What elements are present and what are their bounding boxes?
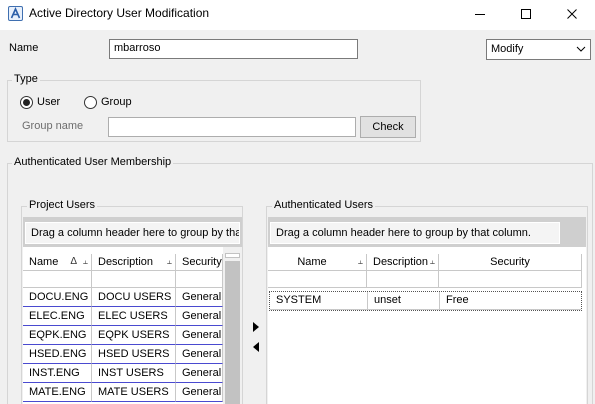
authenticated-users-col-description[interactable]: Description ⫠ xyxy=(367,254,439,271)
project-users-col-name[interactable]: Name Δ ⫠ xyxy=(23,254,92,271)
pin-icon: ⫠ xyxy=(82,256,88,266)
check-button-label: Check xyxy=(372,121,404,133)
project-users-cell-description: HSED USERS xyxy=(92,345,176,364)
authenticated-users-cell-security: Free xyxy=(440,292,581,310)
pin-icon: ⫠ xyxy=(166,256,172,266)
add-to-authenticated-button[interactable] xyxy=(250,320,262,334)
project-users-cell-security: General xyxy=(176,364,223,383)
maximize-icon xyxy=(521,9,531,19)
project-users-filter-name[interactable] xyxy=(23,271,92,288)
group-radio-label: Group xyxy=(101,96,132,108)
project-users-cell-security: General xyxy=(176,345,223,364)
project-users-cell-description: EQPK USERS xyxy=(92,326,176,345)
a-letter-icon xyxy=(8,6,23,21)
user-radio[interactable] xyxy=(20,96,33,109)
project-users-grid: Drag a column header here to group by th… xyxy=(23,217,242,404)
project-users-col-description[interactable]: Description ⫠ xyxy=(92,254,176,271)
authenticated-users-cell-description: unset xyxy=(368,292,440,310)
arrow-left-icon xyxy=(253,342,259,352)
authenticated-users-col-security[interactable]: Security xyxy=(439,254,582,271)
table-row[interactable]: SYSTEM unset Free xyxy=(269,291,582,311)
minimize-button[interactable] xyxy=(457,0,503,28)
authenticated-users-filter-security[interactable] xyxy=(439,271,582,288)
project-users-title: Project Users xyxy=(27,199,98,211)
table-row[interactable]: DOCU.ENG DOCU USERS General xyxy=(23,288,223,307)
project-users-cell-security: General xyxy=(176,288,223,307)
action-select[interactable]: Modify xyxy=(486,39,591,60)
project-users-col-name-label: Name xyxy=(29,256,59,268)
group-name-input[interactable] xyxy=(108,117,356,137)
table-row[interactable]: MATE.ENG MATE USERS General xyxy=(23,383,223,402)
authenticated-users-col-description-label: Description xyxy=(373,256,429,268)
authenticated-users-col-security-label: Security xyxy=(490,256,530,268)
project-users-cell-security: General xyxy=(176,326,223,345)
project-users-col-description-label: Description xyxy=(98,256,154,268)
project-users-col-security[interactable]: Security xyxy=(176,254,223,271)
user-radio-label: User xyxy=(37,96,61,108)
check-button[interactable]: Check xyxy=(360,116,416,138)
project-users-col-security-label: Security xyxy=(182,256,222,268)
project-users-filter-description[interactable] xyxy=(92,271,176,288)
membership-groupbox-title: Authenticated User Membership xyxy=(12,156,174,168)
project-users-cell-description: MATE USERS xyxy=(92,383,176,402)
project-users-group-hint: Drag a column header here to group by th… xyxy=(25,222,240,244)
table-row[interactable]: ELEC.ENG ELEC USERS General xyxy=(23,307,223,326)
table-row[interactable]: HSED.ENG HSED USERS General xyxy=(23,345,223,364)
scrollbar-thumb[interactable] xyxy=(225,261,240,404)
arrow-right-icon xyxy=(253,322,259,332)
project-users-cell-name: ELEC.ENG xyxy=(23,307,92,326)
pin-icon: ⫠ xyxy=(357,256,363,266)
sort-ascending-icon: Δ xyxy=(70,256,77,267)
type-groupbox-title: Type xyxy=(12,73,40,85)
pin-icon: ⫠ xyxy=(429,256,435,266)
project-users-cell-description: ELEC USERS xyxy=(92,307,176,326)
project-users-cell-name: MATE.ENG xyxy=(23,383,92,402)
project-users-cell-security: General xyxy=(176,307,223,326)
close-icon xyxy=(567,9,577,19)
window-title: Active Directory User Modification xyxy=(29,6,210,20)
action-select-value: Modify xyxy=(491,43,524,55)
project-users-cell-name: EQPK.ENG xyxy=(23,326,92,345)
project-users-scrollbar[interactable] xyxy=(223,247,242,404)
group-name-label: Group name xyxy=(22,120,84,132)
chevron-down-icon xyxy=(576,46,586,52)
remove-from-authenticated-button[interactable] xyxy=(250,340,262,354)
project-users-cell-description: DOCU USERS xyxy=(92,288,176,307)
table-row[interactable]: INST.ENG INST USERS General xyxy=(23,364,223,383)
authenticated-users-group-panel: Drag a column header here to group by th… xyxy=(268,217,586,247)
authenticated-users-title: Authenticated Users xyxy=(272,199,376,211)
project-users-cell-name: HSED.ENG xyxy=(23,345,92,364)
project-users-filter-security[interactable] xyxy=(176,271,223,288)
name-input[interactable]: mbarroso xyxy=(109,39,358,59)
authenticated-users-col-name[interactable]: Name ⫠ xyxy=(268,254,367,271)
close-button[interactable] xyxy=(549,0,595,28)
group-radio[interactable] xyxy=(84,96,97,109)
authenticated-users-group-hint: Drag a column header here to group by th… xyxy=(270,222,560,244)
scroll-up-handle[interactable] xyxy=(225,253,240,258)
project-users-group-panel: Drag a column header here to group by th… xyxy=(23,217,242,247)
project-users-cell-name: INST.ENG xyxy=(23,364,92,383)
project-users-cell-security: General xyxy=(176,383,223,402)
authenticated-users-filter-description[interactable] xyxy=(367,271,439,288)
maximize-button[interactable] xyxy=(503,0,549,28)
table-row[interactable]: EQPK.ENG EQPK USERS General xyxy=(23,326,223,345)
name-label: Name xyxy=(9,42,39,54)
authenticated-users-grid: Drag a column header here to group by th… xyxy=(268,217,586,404)
authenticated-users-filter-name[interactable] xyxy=(268,271,367,288)
project-users-cell-name: DOCU.ENG xyxy=(23,288,92,307)
project-users-cell-description: INST USERS xyxy=(92,364,176,383)
title-bar: Active Directory User Modification xyxy=(0,0,595,30)
authenticated-users-cell-name: SYSTEM xyxy=(270,292,368,310)
authenticated-users-col-name-label: Name xyxy=(297,256,327,268)
minimize-icon xyxy=(475,14,485,15)
